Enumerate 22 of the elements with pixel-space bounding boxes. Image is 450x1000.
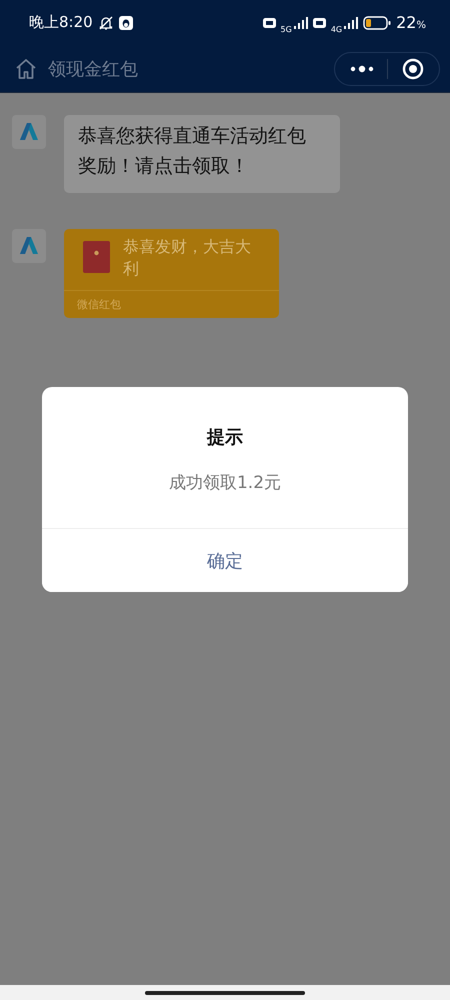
penguin-app-icon: [118, 16, 133, 30]
network-type: 5G: [280, 25, 292, 34]
battery-icon: [363, 16, 392, 30]
more-icon[interactable]: [350, 64, 374, 72]
bell-muted-icon: [98, 14, 114, 30]
battery-percentage: 22%: [396, 13, 426, 32]
status-time: 晚上8:20: [29, 13, 93, 32]
gift-label: 微信红包: [76, 297, 122, 312]
dialog-message: 成功领取1.2元: [168, 472, 282, 494]
page-title: 领现金红包: [48, 58, 139, 80]
signal-icon: [294, 16, 308, 28]
hd-icon: [262, 18, 276, 28]
gift-greeting: 恭喜发财，大吉大利: [123, 236, 252, 280]
home-icon[interactable]: [14, 56, 38, 80]
signal-icon: [344, 16, 358, 28]
network-type: 4G: [330, 25, 342, 34]
envelope-icon: [83, 241, 110, 273]
home-indicator[interactable]: [145, 990, 305, 994]
message-bubble: 恭喜您获得直通车活动红包奖励！请点击领取！: [64, 115, 340, 193]
dialog-title: 提示: [206, 426, 244, 449]
close-icon[interactable]: [402, 58, 424, 80]
hd-icon: [312, 18, 326, 28]
